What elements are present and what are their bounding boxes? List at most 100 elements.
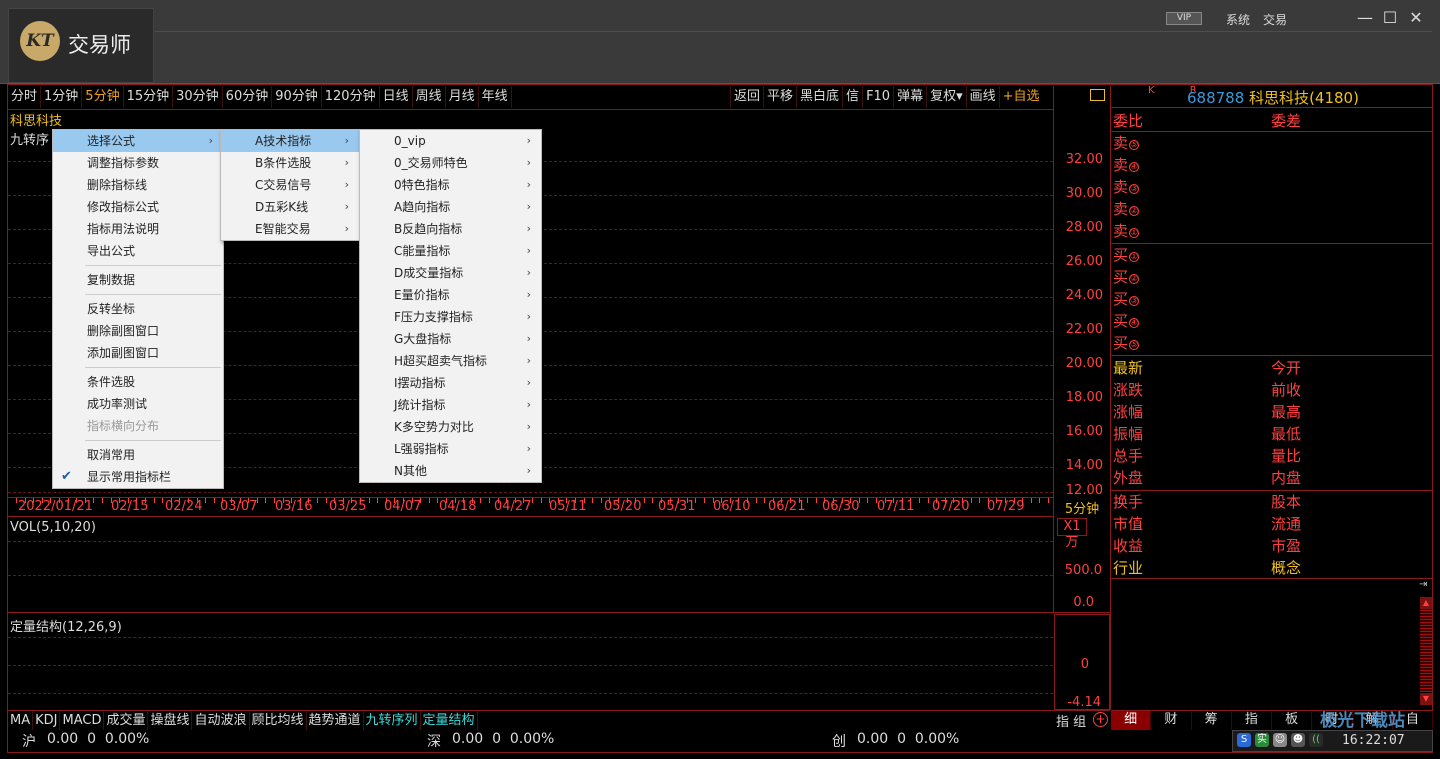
face-icon[interactable]: ☻: [1291, 733, 1305, 747]
indicator-category[interactable]: N其他 ›: [360, 460, 541, 482]
indicator-category[interactable]: 0_vip ›: [360, 130, 541, 152]
menu-item[interactable]: 删除指标线: [53, 174, 223, 196]
scrollbar[interactable]: [1420, 610, 1432, 692]
chart-right-tabs[interactable]: 指 组: [1056, 711, 1086, 730]
period-tab[interactable]: 60分钟: [223, 86, 273, 108]
menu-item[interactable]: 删除副图窗口: [53, 320, 223, 342]
indicator-tab[interactable]: 操盘线: [148, 711, 193, 730]
submenu-item[interactable]: B条件选股 ›: [221, 152, 359, 174]
indicator-category[interactable]: D成交量指标 ›: [360, 262, 541, 284]
indicator-tab[interactable]: 定量结构: [421, 711, 478, 730]
tool-button[interactable]: 画线: [965, 86, 999, 108]
menu-item-label: G大盘指标: [394, 332, 452, 346]
menu-item[interactable]: 取消常用: [53, 444, 223, 466]
quote-tab[interactable]: 财: [1151, 711, 1192, 730]
menu-item[interactable]: 指标用法说明: [53, 218, 223, 240]
period-tab[interactable]: 月线: [446, 86, 479, 108]
indicator-category[interactable]: E量价指标 ›: [360, 284, 541, 306]
vip-badge[interactable]: VIP: [1166, 12, 1202, 25]
quote-tab[interactable]: 指: [1232, 711, 1272, 730]
indicator-category[interactable]: A趋向指标 ›: [360, 196, 541, 218]
indicator-category[interactable]: F压力支撑指标 ›: [360, 306, 541, 328]
indicator-category[interactable]: I摆动指标 ›: [360, 372, 541, 394]
menu-trade[interactable]: 交易: [1263, 11, 1287, 28]
period-tab[interactable]: 30分钟: [173, 86, 223, 108]
indicator-category[interactable]: C能量指标 ›: [360, 240, 541, 262]
weibi-label: 委比: [1113, 112, 1144, 130]
add-indicator-button[interactable]: +: [1093, 712, 1108, 727]
price-gridline: [8, 492, 1053, 493]
scroll-down-icon[interactable]: ▼: [1420, 693, 1432, 705]
submenu-item[interactable]: E智能交易 ›: [221, 218, 359, 240]
submenu-item[interactable]: C交易信号 ›: [221, 174, 359, 196]
date-tick: [506, 498, 507, 503]
period-tab[interactable]: 分时: [8, 86, 42, 108]
menu-item[interactable]: 显示常用指标栏 ✔: [53, 466, 223, 488]
scroll-up-icon[interactable]: ▲: [1420, 597, 1432, 609]
tool-button[interactable]: 信: [842, 86, 862, 108]
menu-item[interactable]: 选择公式 ›: [53, 130, 223, 152]
minimize-button[interactable]: —: [1354, 7, 1376, 29]
field-label: 最新: [1113, 359, 1144, 377]
quote-tab[interactable]: 筹: [1192, 711, 1232, 730]
menu-item[interactable]: 复制数据: [53, 269, 223, 291]
menu-system[interactable]: 系统: [1226, 11, 1250, 28]
date-tick: [549, 498, 550, 503]
indicator-tab[interactable]: 成交量: [104, 711, 149, 730]
tool-button[interactable]: 复权▾: [926, 86, 966, 108]
period-tab[interactable]: 15分钟: [124, 86, 174, 108]
menu-item[interactable]: 条件选股: [53, 371, 223, 393]
menu-item[interactable]: 反转坐标: [53, 298, 223, 320]
price-label: 14.00: [1065, 458, 1103, 473]
indicator-tab[interactable]: 九转序列: [364, 711, 421, 730]
s-icon[interactable]: S: [1237, 733, 1251, 747]
pin-icon[interactable]: ⇥: [1419, 579, 1427, 590]
period-tab[interactable]: 年线: [479, 86, 512, 108]
indicator-tab[interactable]: 自动波浪: [192, 711, 250, 730]
indicator-tab[interactable]: MA: [8, 711, 34, 730]
signal-icon[interactable]: ((: [1309, 733, 1323, 747]
indicator-category[interactable]: G大盘指标 ›: [360, 328, 541, 350]
vol-axis-high: 500.0: [1064, 563, 1102, 578]
indicator-tab[interactable]: MACD: [60, 711, 105, 730]
period-tab[interactable]: 5分钟: [82, 86, 124, 108]
indicator-tab[interactable]: 顾比均线: [250, 711, 307, 730]
close-button[interactable]: ✕: [1405, 7, 1427, 29]
menu-item[interactable]: 成功率测试: [53, 393, 223, 415]
tool-button[interactable]: F10: [862, 86, 893, 108]
indicator-category[interactable]: H超买超卖气指标 ›: [360, 350, 541, 372]
period-tab[interactable]: 1分钟: [41, 86, 83, 108]
person-icon[interactable]: ☺: [1273, 733, 1287, 747]
period-tab[interactable]: 日线: [380, 86, 413, 108]
real-icon[interactable]: 实: [1255, 733, 1269, 747]
submenu-item[interactable]: A技术指标 ›: [221, 130, 359, 152]
menu-item[interactable]: 调整指标参数: [53, 152, 223, 174]
period-tab[interactable]: 120分钟: [322, 86, 380, 108]
indicator-category[interactable]: K多空势力对比 ›: [360, 416, 541, 438]
tool-button[interactable]: 弹幕: [893, 86, 926, 108]
indicator-tab[interactable]: 趋势通道: [307, 711, 364, 730]
date-tick: [59, 498, 60, 503]
indicator-category[interactable]: B反趋向指标 ›: [360, 218, 541, 240]
tool-button[interactable]: 黑白底: [796, 86, 842, 108]
date-tick: [867, 498, 868, 503]
menu-item[interactable]: 导出公式: [53, 240, 223, 262]
period-tab[interactable]: 周线: [413, 86, 446, 108]
indicator-category[interactable]: J统计指标 ›: [360, 394, 541, 416]
indicator-category[interactable]: 0_交易师特色 ›: [360, 152, 541, 174]
tool-button[interactable]: 返回: [730, 86, 763, 108]
indicator-category[interactable]: L强弱指标 ›: [360, 438, 541, 460]
maximize-button[interactable]: ☐: [1379, 7, 1401, 29]
quote-tab[interactable]: 板: [1272, 711, 1313, 730]
tool-button[interactable]: 平移: [763, 86, 796, 108]
quote-tab[interactable]: 细: [1111, 711, 1152, 730]
indicator-category[interactable]: 0特色指标 ›: [360, 174, 541, 196]
menu-item[interactable]: 添加副图窗口: [53, 342, 223, 364]
date-tick: [489, 498, 490, 503]
menu-item[interactable]: 修改指标公式: [53, 196, 223, 218]
indicator-tab[interactable]: KDJ: [33, 711, 61, 730]
tool-button[interactable]: +自选: [998, 86, 1043, 108]
menu-item-label: K多空势力对比: [394, 420, 474, 434]
submenu-item[interactable]: D五彩K线 ›: [221, 196, 359, 218]
period-tab[interactable]: 90分钟: [272, 86, 322, 108]
